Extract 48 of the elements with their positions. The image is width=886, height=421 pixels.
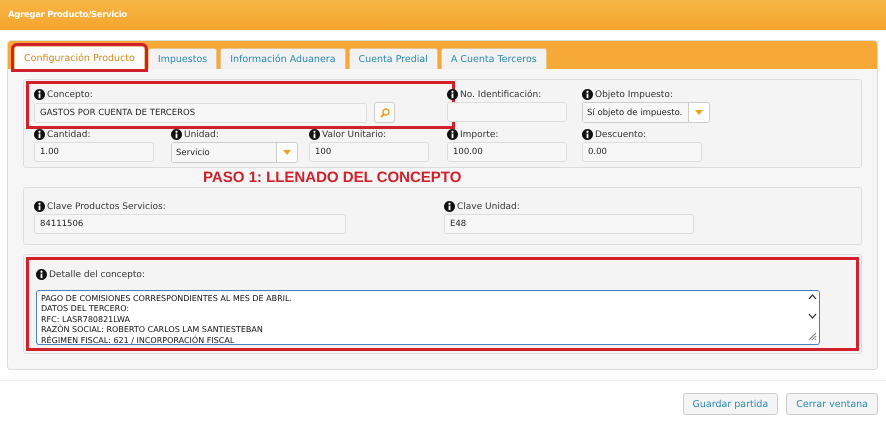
text-field[interactable] (447, 102, 567, 122)
field-label: Objeto Impuesto: (595, 90, 673, 100)
select-field[interactable]: Sí objeto de impuesto. (582, 102, 710, 123)
select-field[interactable]: Servicio (171, 142, 298, 163)
field-label: Detalle del concepto: (49, 270, 145, 280)
detail-textarea[interactable]: PAGO DE COMISIONES CORRESPONDIENTES AL MES DE ABRIL. DATOS DEL TERCERO: RFC: LASR780821LWA RAZÓN SOCIAL: ROBERTO CARLOS LAM SANTIESTEBAN RÉGIMEN FISCAL: 621 / INCORPORACIÓN FISCAL (36, 290, 820, 345)
field-label: Clave Unidad: (457, 202, 520, 212)
resize-grip-icon[interactable] (808, 332, 816, 341)
text-field[interactable]: 0.00 (582, 142, 702, 162)
scroll-up-icon[interactable] (808, 294, 816, 300)
search-icon (380, 108, 390, 118)
field-label: Concepto: (47, 90, 93, 100)
field-label: Cantidad: (47, 130, 91, 140)
info-icon (444, 201, 455, 212)
footer-button[interactable]: Guardar partida (682, 393, 778, 415)
caret-icon (283, 150, 291, 155)
field-label: Importe: (460, 130, 498, 140)
tab[interactable]: Cuenta Predial (348, 48, 438, 69)
text-field[interactable]: 100.00 (447, 142, 567, 162)
caret-icon (695, 110, 703, 115)
info-icon (34, 201, 45, 212)
detail-text: PAGO DE COMISIONES CORRESPONDIENTES AL MES DE ABRIL. DATOS DEL TERCERO: RFC: LASR780821LWA RAZÓN SOCIAL: ROBERTO CARLOS LAM SANTIESTEBAN RÉGIMEN FISCAL: 621 / INCORPORACIÓN FISCAL (40, 293, 294, 344)
info-icon (447, 89, 458, 100)
text-field[interactable]: 84111506 (34, 214, 346, 234)
text-field[interactable]: 1.00 (34, 142, 154, 162)
tab[interactable]: Impuestos (148, 48, 218, 69)
info-icon (582, 129, 593, 140)
info-icon (171, 129, 182, 140)
info-icon (582, 89, 593, 100)
info-icon (309, 129, 320, 140)
info-icon (447, 129, 458, 140)
info-icon (36, 269, 47, 280)
scroll-down-icon[interactable] (808, 313, 816, 319)
info-icon (34, 89, 45, 100)
footer-button[interactable]: Cerrar ventana (786, 393, 878, 415)
field-label: Unidad: (184, 130, 219, 140)
tab[interactable]: A Cuenta Terceros (440, 48, 547, 69)
window-title: Agregar Producto/Servicio (8, 10, 127, 20)
field-label: Descuento: (595, 130, 646, 140)
field-label: Valor Unitario: (322, 130, 386, 140)
annotation-text: PASO 1: LLENADO DEL CONCEPTO (203, 169, 462, 186)
concept-field[interactable]: GASTOS POR CUENTA DE TERCEROS (34, 102, 367, 122)
tab[interactable]: Información Aduanera (220, 48, 346, 69)
text-field[interactable]: 100 (309, 142, 429, 162)
field-label: Clave Productos Servicios: (47, 202, 166, 212)
field-label: No. Identificación: (460, 90, 542, 100)
info-icon (34, 129, 45, 140)
text-field[interactable]: E48 (444, 214, 694, 234)
